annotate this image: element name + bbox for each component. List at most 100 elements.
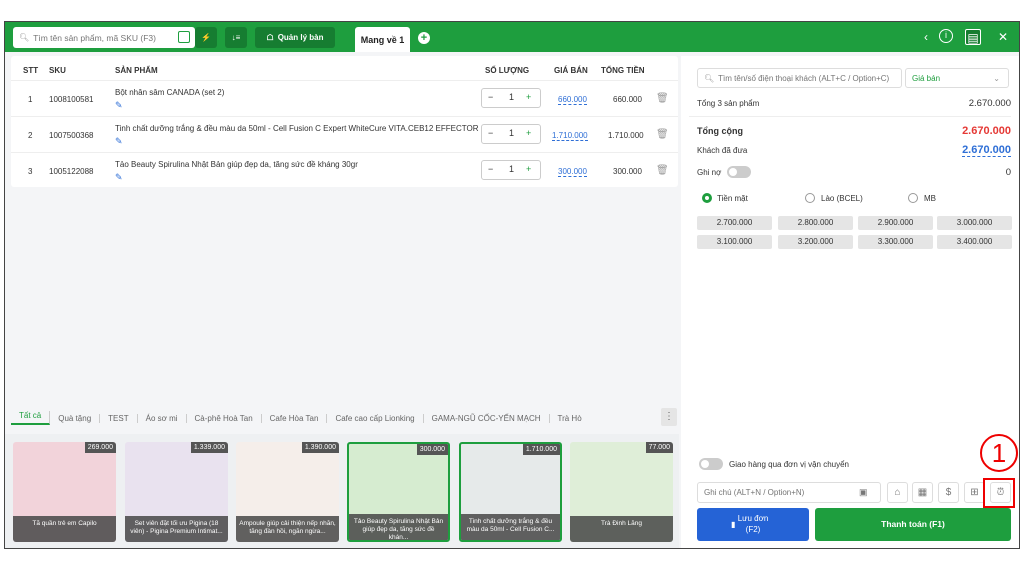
qty-value[interactable]: 1	[509, 164, 514, 174]
table-row: 1 1008100581 Bột nhân sâm CANADA (set 2)…	[11, 80, 678, 116]
pos-window: 🔍︎ ⚡ ↓≡ ☖Quản lý bàn Mang về 1 + ‹ i ▤ ✕…	[4, 21, 1020, 549]
edit-icon[interactable]: ✎	[115, 136, 123, 147]
edit-icon[interactable]: ✎	[115, 100, 123, 111]
minus-icon[interactable]: −	[488, 92, 493, 102]
row-sku: 1005122088	[49, 167, 94, 176]
quick-amount-button[interactable]: 2.700.000	[697, 216, 772, 230]
product-price: 1.339.000	[190, 442, 228, 453]
quick-amount-button[interactable]: 3.300.000	[858, 235, 933, 249]
pay-button[interactable]: Thanh toán (F1)	[815, 508, 1011, 541]
shipping-toggle[interactable]	[699, 458, 723, 470]
sort-button[interactable]: ↓≡	[225, 27, 247, 48]
row-price[interactable]: 1.710.000	[552, 131, 588, 141]
edit-icon[interactable]: ✎	[115, 172, 123, 183]
minus-icon[interactable]: −	[488, 128, 493, 138]
receipt-icon[interactable]: ▤	[965, 29, 981, 45]
search-icon: 🔍︎	[19, 33, 30, 42]
customer-search-input[interactable]	[718, 73, 899, 83]
plus-icon[interactable]: +	[526, 92, 531, 102]
info-icon[interactable]: i	[939, 29, 953, 43]
order-note[interactable]: ▣	[697, 482, 881, 503]
image-icon[interactable]: ▣	[859, 487, 868, 498]
quantity-stepper[interactable]: − 1 +	[481, 160, 541, 180]
col-price: GIÁ BÁN	[554, 66, 588, 75]
trash-icon[interactable]: 🗑︎	[656, 129, 669, 140]
quantity-stepper[interactable]: − 1 +	[481, 124, 541, 144]
tab-label: Mang về 1	[360, 34, 405, 45]
quick-amount-button[interactable]: 2.900.000	[858, 216, 933, 230]
coin-icon[interactable]: $	[938, 482, 959, 503]
qty-value[interactable]: 1	[509, 128, 514, 138]
tag-icon[interactable]: ⌂	[887, 482, 908, 503]
manage-tables-label: Quản lý bàn	[277, 33, 324, 42]
trash-icon[interactable]: 🗑︎	[656, 165, 669, 176]
cart-table: STT SKU SẢN PHẨM SỐ LƯỢNG GIÁ BÁN TỔNG T…	[11, 56, 678, 187]
gift-icon[interactable]: ⊞	[964, 482, 985, 503]
product-search[interactable]: 🔍︎	[13, 27, 195, 48]
product-card[interactable]: 77.000 Trà Đinh Lăng	[570, 442, 673, 542]
lightning-icon: ⚡	[201, 33, 211, 42]
product-name: Ampoule giúp cải thiện nếp nhăn, tăng đà…	[236, 516, 339, 542]
manage-tables-button[interactable]: ☖ Quản lý bàn	[255, 27, 335, 48]
row-sku: 1007500368	[49, 131, 94, 140]
product-card[interactable]: 300.000 Tảo Beauty Spirulina Nhật Bản giú…	[347, 442, 450, 542]
price-list-select[interactable]: Giá bán ⌄	[905, 68, 1009, 88]
row-product-name: Bột nhân sâm CANADA (set 2)	[115, 88, 225, 97]
category-tab[interactable]: Tất cả	[11, 411, 51, 425]
product-card[interactable]: 269.000 Tã quần trẻ em Capilo	[13, 442, 116, 542]
plus-icon[interactable]: +	[526, 164, 531, 174]
paid-label: Khách đã đưa	[697, 146, 748, 155]
product-name: Tã quần trẻ em Capilo	[13, 516, 116, 542]
save-order-shortcut: (F2)	[745, 525, 761, 534]
bookmark-icon: ▮	[731, 520, 736, 529]
barcode-scan-icon[interactable]	[178, 31, 190, 43]
total-value: 2.670.000	[962, 125, 1011, 137]
table-row: 2 1007500368 Tinh chất dưỡng trắng & đều…	[11, 116, 678, 152]
method-mb-radio[interactable]	[908, 193, 918, 203]
quantity-stepper[interactable]: − 1 +	[481, 88, 541, 108]
product-name: Tảo Beauty Spirulina Nhật Bản giúp đẹp d…	[349, 514, 448, 540]
product-card[interactable]: 1.710.000 Tinh chất dưỡng trắng & đều màu…	[459, 442, 562, 542]
plus-icon[interactable]: +	[526, 128, 531, 138]
category-tab[interactable]: Quà tặng	[50, 413, 101, 423]
category-tab[interactable]: Trà Hò	[550, 414, 590, 423]
order-note-input[interactable]	[704, 488, 859, 497]
category-tab[interactable]: Cà-phê Hoà Tan	[187, 413, 262, 423]
promotion-icon[interactable]: ▦	[912, 482, 933, 503]
quick-amount-button[interactable]: 3.000.000	[937, 216, 1012, 230]
product-card[interactable]: 1.390.000 Ampoule giúp cải thiện nếp nhăn…	[236, 442, 339, 542]
method-cash-radio[interactable]	[702, 193, 712, 203]
more-icon[interactable]: ⋮	[661, 408, 677, 426]
add-tab-icon[interactable]: +	[418, 32, 430, 44]
category-tab[interactable]: Áo sơ mi	[138, 413, 187, 423]
category-tab[interactable]: TEST	[100, 413, 138, 423]
trash-icon[interactable]: 🗑︎	[656, 93, 669, 104]
category-tab[interactable]: GAMA-NGŨ CỐC-YẾN MẠCH	[424, 413, 550, 423]
product-name: Set viên đặt tối ưu Pigina (18 viên) - P…	[125, 516, 228, 542]
category-tab[interactable]: Cafe Hòa Tan	[262, 413, 328, 423]
quick-amount-button[interactable]: 3.100.000	[697, 235, 772, 249]
total-label: Tổng cộng	[697, 126, 743, 136]
debt-toggle[interactable]	[727, 166, 751, 178]
quick-action-button[interactable]: ⚡	[195, 27, 217, 48]
product-card[interactable]: 1.339.000 Set viên đặt tối ưu Pigina (18 …	[125, 442, 228, 542]
product-search-input[interactable]	[33, 32, 179, 43]
tab-order-1[interactable]: Mang về 1	[355, 27, 410, 52]
quick-amount-button[interactable]: 2.800.000	[778, 216, 853, 230]
row-total: 1.710.000	[608, 131, 644, 140]
minus-icon[interactable]: −	[488, 164, 493, 174]
chevron-left-icon[interactable]: ‹	[918, 29, 934, 45]
category-tab[interactable]: Cafe cao cấp Lionking	[327, 413, 424, 423]
close-icon[interactable]: ✕	[995, 29, 1011, 45]
paid-value[interactable]: 2.670.000	[962, 144, 1011, 157]
method-bcel-radio[interactable]	[805, 193, 815, 203]
quick-amount-button[interactable]: 3.400.000	[937, 235, 1012, 249]
sort-icon: ↓≡	[231, 33, 241, 42]
row-price[interactable]: 660.000	[558, 95, 587, 105]
customer-search[interactable]: 🔍︎	[697, 68, 902, 88]
quick-amount-button[interactable]: 3.200.000	[778, 235, 853, 249]
qty-value[interactable]: 1	[509, 92, 514, 102]
chevron-down-icon: ⌄	[993, 74, 1000, 83]
save-order-button[interactable]: ▮ Lưu đơn (F2)	[697, 508, 809, 541]
row-price[interactable]: 300.000	[558, 167, 587, 177]
